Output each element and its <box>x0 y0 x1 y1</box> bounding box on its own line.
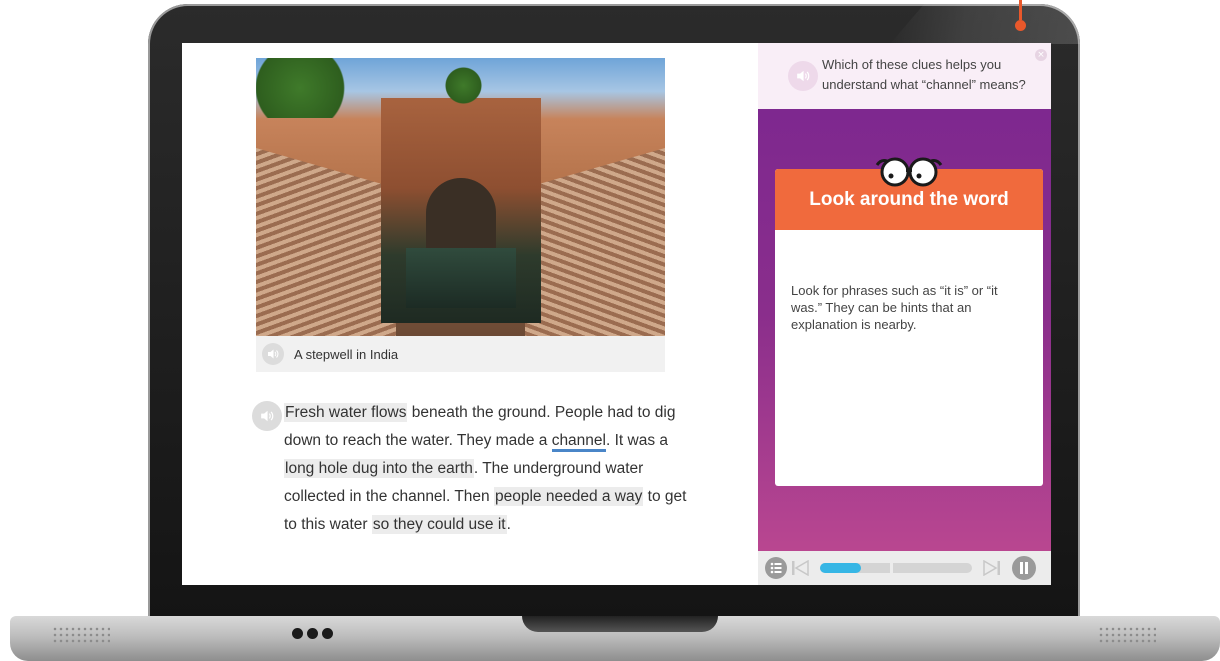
passage-audio-button[interactable] <box>252 401 282 431</box>
caption-audio-button[interactable] <box>262 343 284 365</box>
highlighted-phrase[interactable]: long hole dug into the earth <box>284 459 474 478</box>
speaker-grille-left <box>52 626 110 644</box>
question-text: Which of these clues helps you understan… <box>822 57 1026 92</box>
speaker-icon <box>797 70 810 82</box>
vocab-word-channel[interactable]: channel <box>551 432 606 452</box>
menu-button[interactable] <box>764 556 788 580</box>
progress-track[interactable] <box>820 563 972 573</box>
list-icon <box>765 557 787 579</box>
previous-button[interactable] <box>788 556 812 580</box>
passage-span: . <box>506 516 511 533</box>
skip-back-icon <box>792 560 809 576</box>
highlighted-phrase[interactable]: Fresh water flows <box>284 403 408 422</box>
speaker-grille-right <box>1098 626 1156 644</box>
indicator-lights <box>292 628 333 639</box>
image-caption: A stepwell in India <box>294 346 399 362</box>
highlighted-phrase[interactable]: people needed a way <box>493 487 644 506</box>
camera-pointer-dot <box>1015 20 1026 31</box>
audio-player-bar <box>758 551 1051 585</box>
hint-panel: Which of these clues helps you understan… <box>758 43 1051 585</box>
glasses-icon <box>875 157 943 187</box>
passage-text: Fresh water flows beneath the ground. Pe… <box>284 399 702 539</box>
app-screen: A stepwell in India Fresh water flows be… <box>182 43 1051 585</box>
laptop-hinge <box>522 616 718 632</box>
camera-pointer-line <box>1019 0 1022 20</box>
progress-fill <box>820 563 862 573</box>
close-icon[interactable]: × <box>1035 49 1047 61</box>
pause-icon <box>1012 556 1036 580</box>
passage-span: . It was a <box>605 432 669 449</box>
tip-card: Look around the word Look for phrases su… <box>775 157 1043 486</box>
question-bar: Which of these clues helps you understan… <box>758 43 1051 109</box>
image-caption-bar: A stepwell in India <box>256 336 665 372</box>
speaker-icon <box>268 349 279 359</box>
skip-forward-icon <box>983 560 1000 576</box>
highlighted-phrase[interactable]: so they could use it <box>371 515 507 534</box>
tip-body: Look for phrases such as “it is” or “it … <box>791 283 998 332</box>
lid-glare <box>890 4 1080 44</box>
pause-button[interactable] <box>1012 556 1036 580</box>
stepwell-photo <box>256 58 665 336</box>
reading-passage: Fresh water flows beneath the ground. Pe… <box>252 399 702 539</box>
speaker-icon <box>261 410 274 422</box>
question-audio-button[interactable] <box>788 61 818 91</box>
next-button[interactable] <box>980 556 1004 580</box>
